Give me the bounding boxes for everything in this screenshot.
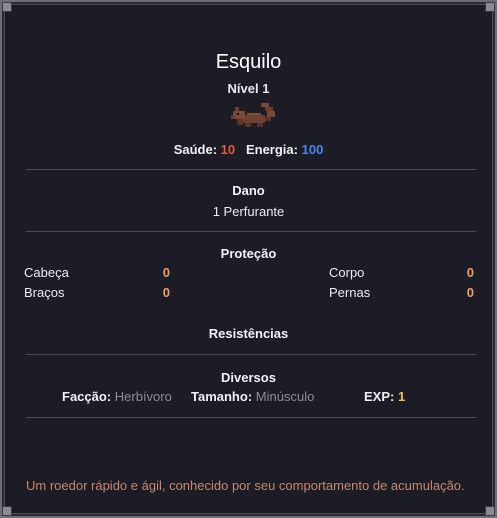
damage-value: 1 Perfurante: [212, 204, 285, 219]
section-divider: [26, 169, 476, 170]
corner-ornament: [485, 2, 495, 12]
corner-ornament: [2, 506, 12, 516]
damage-title: Dano: [232, 183, 265, 198]
faction-value: Herbívoro: [114, 389, 172, 404]
protection-legs-value: 0: [466, 285, 474, 300]
protection-body-label: Corpo: [329, 265, 365, 280]
corner-ornament: [2, 2, 12, 12]
squirrel-sprite-icon: [231, 103, 275, 127]
section-divider: [26, 354, 476, 355]
protection-title: Proteção: [220, 246, 277, 261]
size-value: Minúsculo: [255, 389, 315, 404]
protection-legs-label: Pernas: [329, 285, 371, 300]
faction-label: Facção:: [62, 389, 112, 404]
corner-ornament: [485, 506, 495, 516]
energy-value: 100: [301, 142, 324, 157]
section-divider: [26, 231, 476, 232]
protection-head-value: 0: [162, 265, 170, 280]
size-label: Tamanho:: [191, 389, 253, 404]
energy-label: Energia:: [245, 142, 298, 157]
exp-value: 1: [397, 389, 406, 404]
resistances-title: Resistências: [208, 326, 289, 341]
creature-name: Esquilo: [215, 51, 282, 73]
creature-description: Um roedor rápido e ágil, conhecido por s…: [26, 478, 465, 493]
exp-label: EXP:: [364, 389, 395, 404]
vital-stats: Saúde: 10 Energia: 100: [2, 142, 495, 157]
creature-level: Nível 1: [227, 81, 270, 96]
protection-arms-label: Braços: [24, 285, 65, 300]
faction-info: Facção: Herbívoro: [62, 389, 172, 404]
health-value: 10: [220, 142, 236, 157]
section-divider: [26, 417, 476, 418]
health-label: Saúde:: [173, 142, 218, 157]
protection-head-label: Cabeça: [24, 265, 69, 280]
misc-title: Diversos: [221, 370, 276, 385]
protection-body-value: 0: [466, 265, 474, 280]
exp-info: EXP: 1: [364, 389, 405, 404]
size-info: Tamanho: Minúsculo: [191, 389, 314, 404]
creature-info-panel: Esquilo Nível 1 Saúde: 10 Energia: 100 D…: [0, 0, 497, 518]
protection-arms-value: 0: [162, 285, 170, 300]
